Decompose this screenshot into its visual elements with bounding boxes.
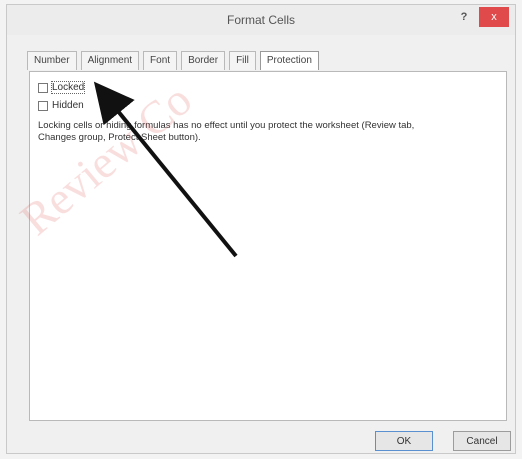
annotation-arrow xyxy=(93,81,238,258)
arrow-line xyxy=(93,81,238,258)
